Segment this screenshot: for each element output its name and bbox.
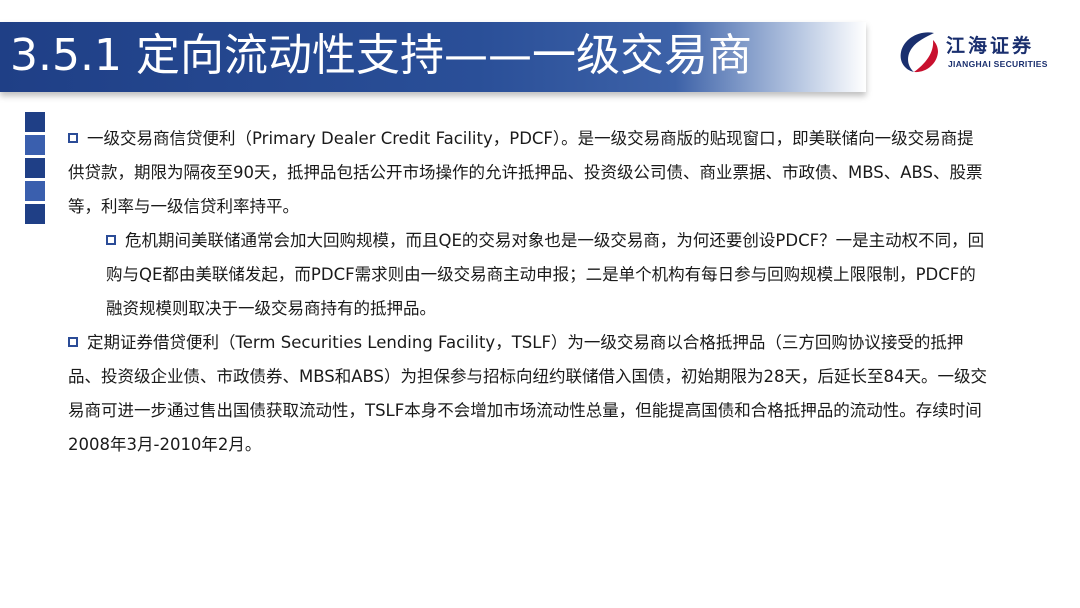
deco-square — [25, 181, 45, 201]
paragraph-text: 一级交易商信贷便利（Primary Dealer Credit Facility… — [68, 129, 983, 216]
paragraph-text: 定期证券借贷便利（Term Securities Lending Facilit… — [68, 333, 988, 454]
deco-square — [25, 135, 45, 155]
sub-bullet-paragraph: 危机期间美联储通常会加大回购规模，而且QE的交易对象也是一级交易商，为何还要创设… — [68, 224, 988, 326]
deco-square — [25, 158, 45, 178]
paragraph-text: 危机期间美联储通常会加大回购规模，而且QE的交易对象也是一级交易商，为何还要创设… — [106, 231, 985, 318]
slide-content: 一级交易商信贷便利（Primary Dealer Credit Facility… — [68, 122, 988, 462]
decorative-squares — [25, 112, 45, 227]
square-bullet-icon — [106, 235, 116, 245]
square-bullet-icon — [68, 337, 78, 347]
bullet-paragraph-tslf: 定期证券借贷便利（Term Securities Lending Facilit… — [68, 326, 988, 462]
logo-subtitle: JIANGHAI SECURITIES — [948, 59, 1048, 69]
page-title: 3.5.1 定向流动性支持——一级交易商 — [10, 30, 752, 81]
slide: 3.5.1 定向流动性支持——一级交易商 江海证券 JIANGHAI SECUR… — [0, 0, 1080, 608]
logo-name: 江海证券 — [946, 35, 1035, 57]
bullet-paragraph-pdcf: 一级交易商信贷便利（Primary Dealer Credit Facility… — [68, 122, 988, 224]
deco-square — [25, 112, 45, 132]
square-bullet-icon — [68, 133, 78, 143]
logo-icon — [900, 32, 938, 73]
deco-square — [25, 204, 45, 224]
company-logo: 江海证券 JIANGHAI SECURITIES — [896, 28, 1066, 76]
